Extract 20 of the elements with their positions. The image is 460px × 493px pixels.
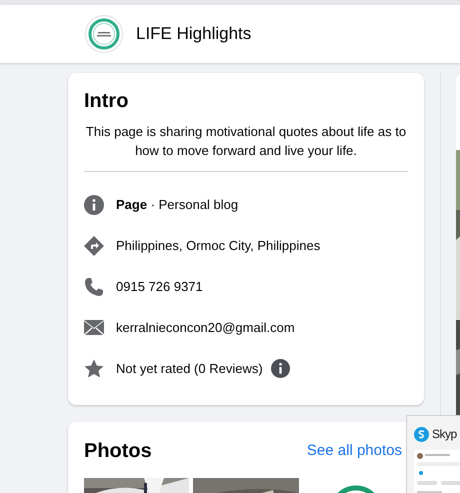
directions-icon xyxy=(84,236,104,256)
star-icon xyxy=(84,358,104,378)
skype-notification[interactable]: Skyp xyxy=(406,415,460,493)
notification-title: Skyp xyxy=(432,426,457,443)
envelope-icon xyxy=(84,320,104,336)
intro-description: This page is sharing motivational quotes about life as to how to move forward and live your life. xyxy=(84,123,408,160)
intro-detail: Page · Personal blog xyxy=(116,196,238,214)
intro-detail: kerralnieconcon20@gmail.com xyxy=(116,318,295,337)
info-icon[interactable] xyxy=(270,359,290,378)
phone-icon xyxy=(84,276,104,296)
see-all-photos-link[interactable]: See all photos xyxy=(306,440,402,462)
page-logo[interactable] xyxy=(85,15,123,53)
intro-detail: Not yet rated (0 Reviews) xyxy=(116,360,263,378)
intro-detail: 0915 726 9371 xyxy=(116,278,203,296)
info-icon xyxy=(84,194,104,214)
intro-detail: Philippines, Ormoc City, Philippines xyxy=(116,236,320,255)
card-title: Photos xyxy=(84,439,152,464)
page-title[interactable]: LIFE Highlights xyxy=(136,21,252,47)
card-title: Intro xyxy=(84,89,130,113)
skype-icon xyxy=(414,426,429,442)
